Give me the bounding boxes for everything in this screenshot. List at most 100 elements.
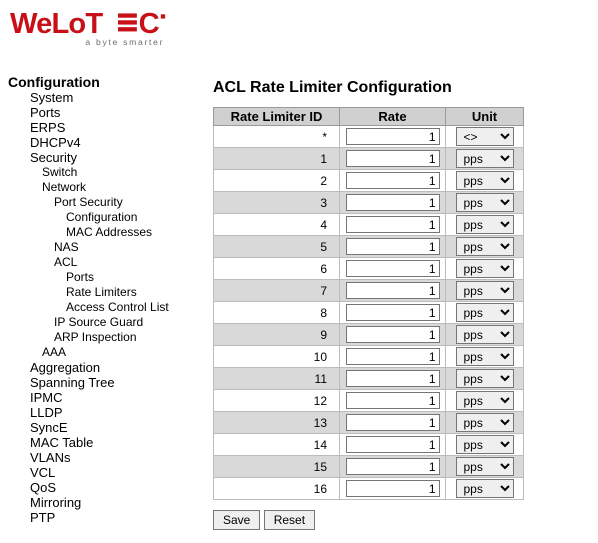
nav-item[interactable]: IPMC (8, 390, 209, 405)
rate-input[interactable] (346, 194, 440, 211)
rate-cell (340, 456, 446, 478)
rate-cell (340, 258, 446, 280)
nav-item[interactable]: MAC Addresses (8, 225, 209, 240)
table-row: 7 ppskbps (214, 280, 524, 302)
nav-item[interactable]: Network (8, 180, 209, 195)
rate-input[interactable] (346, 436, 440, 453)
rate-cell (340, 302, 446, 324)
rate-input[interactable] (346, 238, 440, 255)
unit-select[interactable]: ppskbps (456, 457, 514, 476)
rate-input[interactable] (346, 260, 440, 277)
nav-item[interactable]: SyncE (8, 420, 209, 435)
rate-limiter-id-cell: 16 (214, 478, 340, 500)
table-row: 4ppskbps (214, 214, 524, 236)
rate-limiter-id-cell: * (214, 126, 340, 148)
nav-item[interactable]: PTP (8, 510, 209, 525)
nav-item[interactable]: IP Source Guard (8, 315, 209, 330)
nav-item[interactable]: ERPS (8, 120, 209, 135)
nav-item[interactable]: Ports (8, 105, 209, 120)
nav-item[interactable]: Rate Limiters (8, 285, 209, 300)
nav-item[interactable]: Switch (8, 165, 209, 180)
rate-limiter-id-cell: 10 (214, 346, 340, 368)
unit-select[interactable]: ppskbps (456, 149, 514, 168)
table-row: 12ppskbps (214, 390, 524, 412)
nav-item[interactable]: Security (8, 150, 209, 165)
unit-select[interactable]: ppskbps (456, 347, 514, 366)
nav-item[interactable]: Port Security (8, 195, 209, 210)
table-row: 15ppskbps (214, 456, 524, 478)
table-row: 8 ppskbps (214, 302, 524, 324)
unit-select[interactable]: ppskbps (456, 303, 514, 322)
rate-cell (340, 324, 446, 346)
rate-cell (340, 346, 446, 368)
rate-limiter-id-cell: 7 (214, 280, 340, 302)
rate-cell (340, 478, 446, 500)
unit-cell: ppskbps (446, 368, 524, 390)
nav-header: Configuration (8, 75, 209, 90)
rate-input[interactable] (346, 414, 440, 431)
reset-button[interactable]: Reset (264, 510, 315, 530)
unit-select[interactable]: ppskbps (456, 281, 514, 300)
rate-limiter-id-cell: 8 (214, 302, 340, 324)
save-button[interactable]: Save (213, 510, 260, 530)
nav-item[interactable]: System (8, 90, 209, 105)
nav-item[interactable]: ACL (8, 255, 209, 270)
unit-select[interactable]: ppskbps (456, 391, 514, 410)
rate-limiter-table: Rate Limiter ID Rate Unit *<>ppskbps1pps… (213, 107, 524, 500)
unit-select[interactable]: ppskbps (456, 435, 514, 454)
nav-item[interactable]: Access Control List (8, 300, 209, 315)
nav-item[interactable]: VLANs (8, 450, 209, 465)
rate-input[interactable] (346, 172, 440, 189)
nav-item[interactable]: DHCPv4 (8, 135, 209, 150)
unit-select[interactable]: ppskbps (456, 215, 514, 234)
nav-item[interactable]: Aggregation (8, 360, 209, 375)
rate-input[interactable] (346, 480, 440, 497)
nav-item[interactable]: Configuration (8, 210, 209, 225)
rate-cell (340, 148, 446, 170)
unit-cell: ppskbps (446, 236, 524, 258)
nav-item[interactable]: VCL (8, 465, 209, 480)
unit-select[interactable]: ppskbps (456, 259, 514, 278)
nav-item[interactable]: Mirroring (8, 495, 209, 510)
unit-select[interactable]: ppskbps (456, 171, 514, 190)
rate-input[interactable] (346, 128, 440, 145)
nav-item[interactable]: LLDP (8, 405, 209, 420)
unit-select[interactable]: ppskbps (456, 237, 514, 256)
unit-select[interactable]: ppskbps (456, 325, 514, 344)
nav-item[interactable]: MAC Table (8, 435, 209, 450)
rate-cell (340, 192, 446, 214)
rate-limiter-id-cell: 5 (214, 236, 340, 258)
unit-cell: ppskbps (446, 214, 524, 236)
unit-select[interactable]: ppskbps (456, 369, 514, 388)
rate-input[interactable] (346, 348, 440, 365)
rate-input[interactable] (346, 392, 440, 409)
nav-item[interactable]: QoS (8, 480, 209, 495)
nav-item[interactable]: Ports (8, 270, 209, 285)
nav-item[interactable]: ARP Inspection (8, 330, 209, 345)
unit-select[interactable]: ppskbps (456, 193, 514, 212)
table-row: 3ppskbps (214, 192, 524, 214)
rate-limiter-id-cell: 9 (214, 324, 340, 346)
unit-cell: ppskbps (446, 258, 524, 280)
unit-cell: ppskbps (446, 456, 524, 478)
rate-input[interactable] (346, 304, 440, 321)
rate-input[interactable] (346, 370, 440, 387)
main-content: ACL Rate Limiter Configuration Rate Limi… (213, 75, 524, 530)
rate-input[interactable] (346, 326, 440, 343)
nav-item[interactable]: AAA (8, 345, 209, 360)
nav-item[interactable]: Spanning Tree (8, 375, 209, 390)
unit-select[interactable]: ppskbps (456, 479, 514, 498)
rate-input[interactable] (346, 282, 440, 299)
rate-input[interactable] (346, 216, 440, 233)
unit-cell: ppskbps (446, 434, 524, 456)
unit-select[interactable]: ppskbps (456, 413, 514, 432)
unit-select[interactable]: <>ppskbps (456, 127, 514, 146)
unit-cell: ppskbps (446, 324, 524, 346)
rate-input[interactable] (346, 150, 440, 167)
table-row: 14ppskbps (214, 434, 524, 456)
rate-input[interactable] (346, 458, 440, 475)
nav-item[interactable]: NAS (8, 240, 209, 255)
rate-limiter-id-cell: 2 (214, 170, 340, 192)
page-title: ACL Rate Limiter Configuration (213, 79, 524, 97)
unit-cell: ppskbps (446, 192, 524, 214)
